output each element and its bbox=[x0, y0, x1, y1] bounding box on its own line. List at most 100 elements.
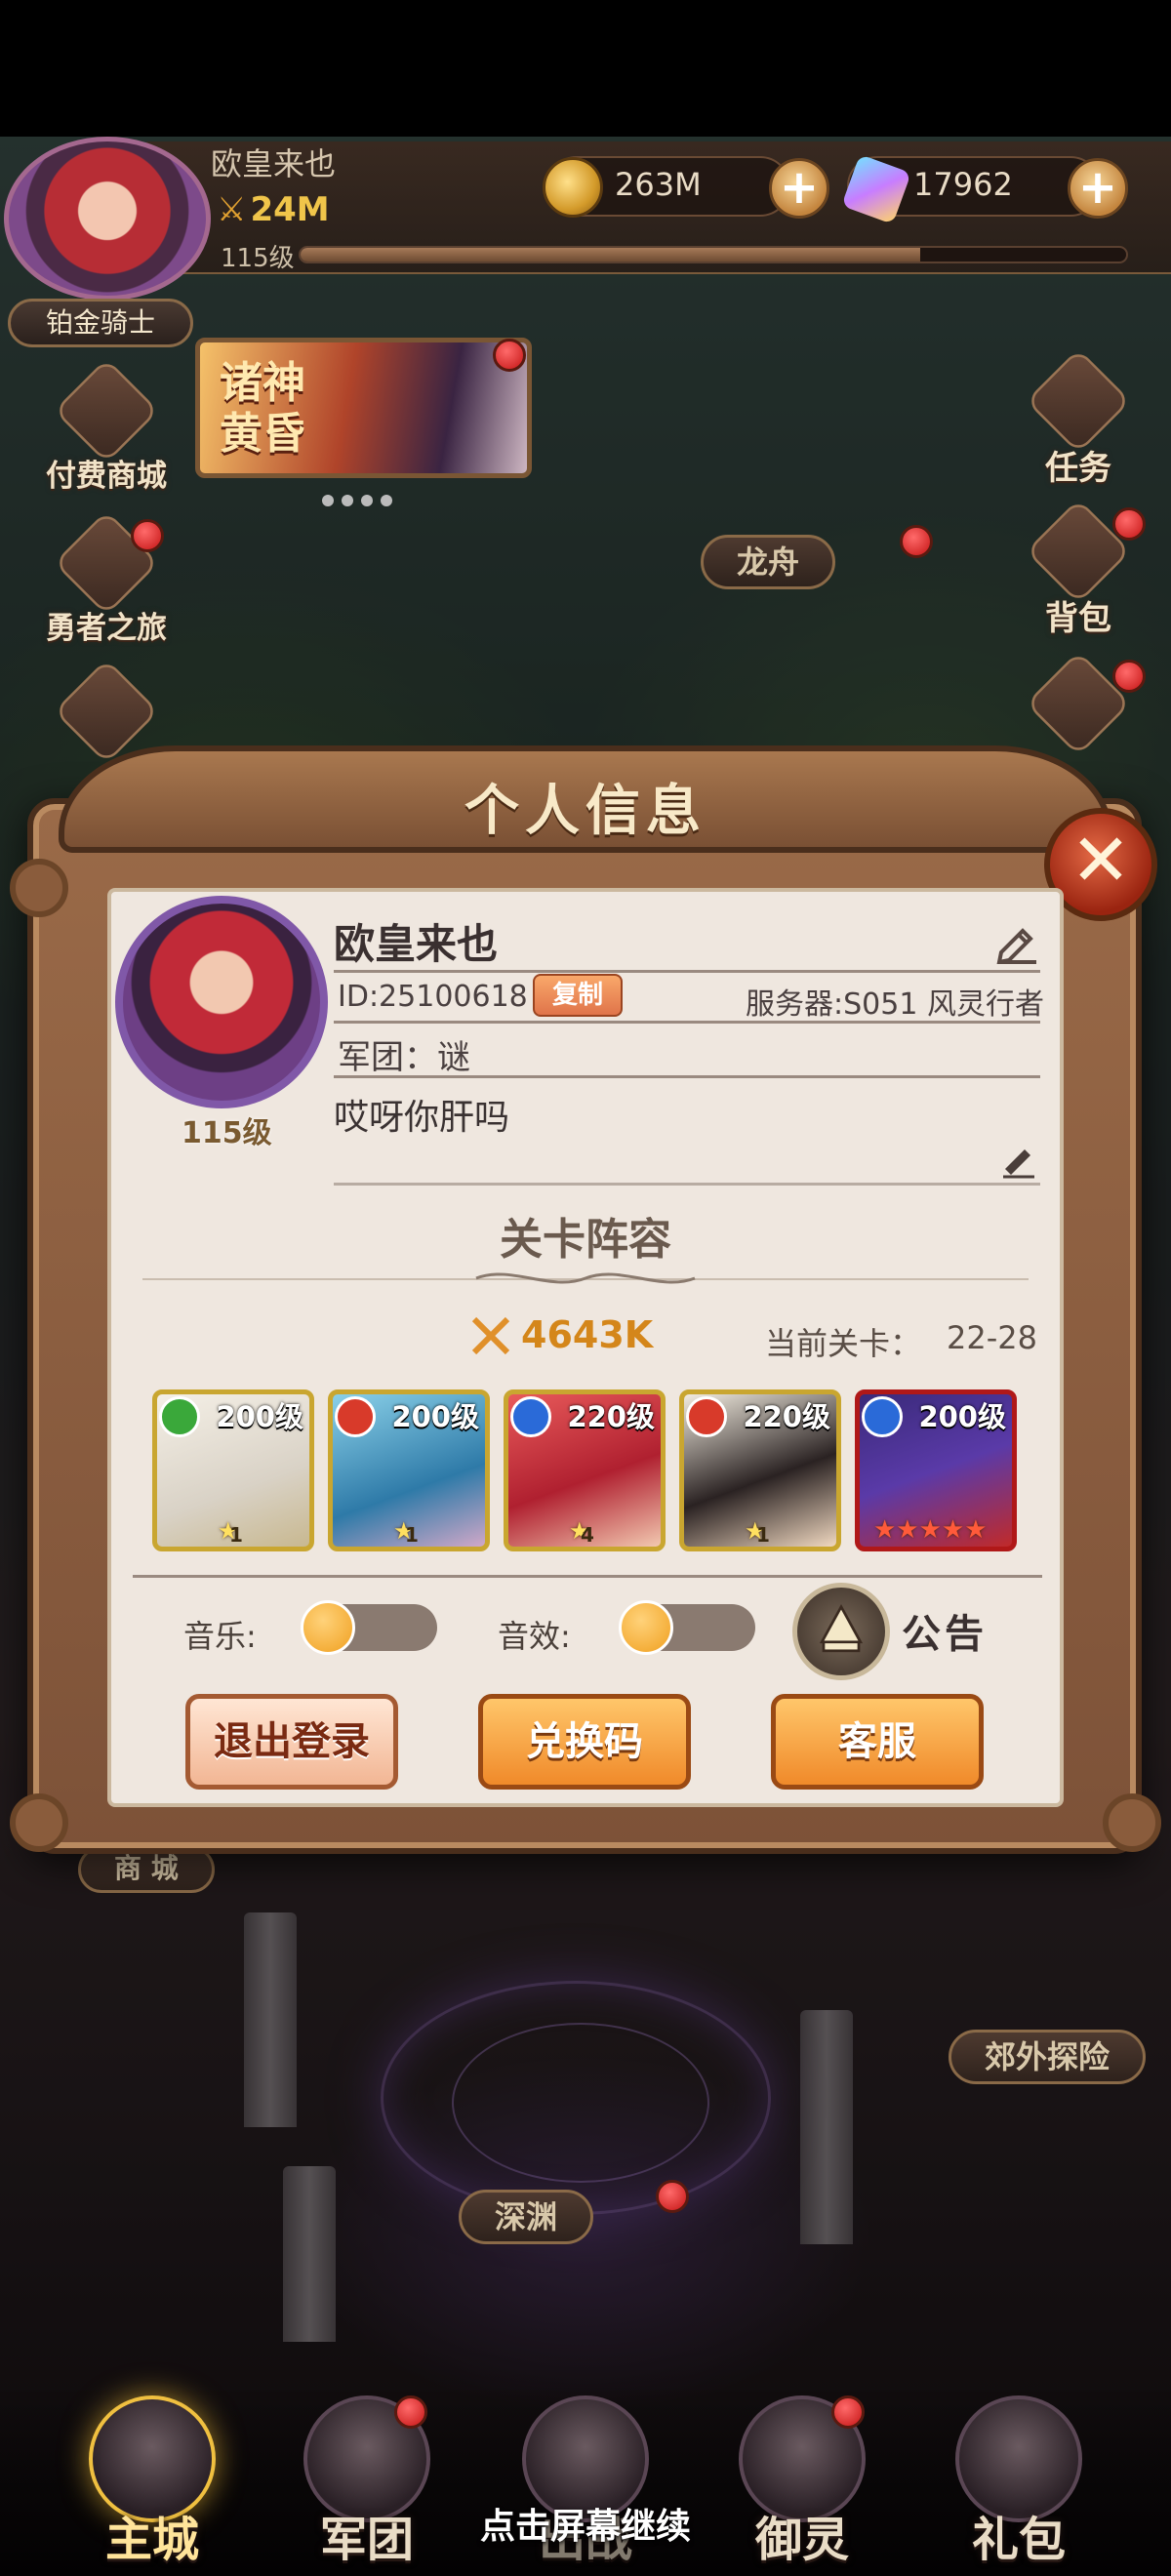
player-avatar[interactable] bbox=[4, 137, 211, 301]
crossed-swords-icon: ⚔ bbox=[217, 190, 247, 229]
notification-dot bbox=[131, 519, 164, 552]
fire-element-icon bbox=[335, 1396, 376, 1437]
fire-element-icon bbox=[686, 1396, 727, 1437]
frame-ornament bbox=[1103, 1793, 1161, 1852]
hero-card[interactable]: 200级 ★ 1 bbox=[328, 1389, 490, 1551]
guild-name: 军团：谜 bbox=[338, 1038, 470, 1077]
sfx-label: 音效: bbox=[498, 1618, 571, 1655]
edit-signature-icon[interactable] bbox=[999, 1140, 1038, 1179]
toggle-knob bbox=[301, 1600, 355, 1655]
hero-level: 200级 bbox=[391, 1400, 479, 1433]
divider bbox=[334, 970, 1040, 973]
power-value: 24M bbox=[250, 190, 330, 229]
rank-plate: 铂金骑士 bbox=[8, 299, 193, 347]
megaphone-icon bbox=[819, 1603, 864, 1653]
divider bbox=[334, 1021, 1040, 1024]
backpack-button[interactable]: 背包 bbox=[1005, 498, 1151, 654]
notification-dot bbox=[900, 525, 933, 558]
music-label: 音乐: bbox=[183, 1618, 257, 1655]
event-banner-line1: 诸神 bbox=[220, 358, 305, 408]
logout-button[interactable]: 退出登录 bbox=[185, 1694, 398, 1790]
hero-level: 220级 bbox=[567, 1400, 655, 1433]
hero-card[interactable]: 200级 ★ 1 bbox=[152, 1389, 314, 1551]
lineup-title: 关卡阵容 bbox=[500, 1215, 671, 1265]
nav-gift[interactable]: 礼包 bbox=[921, 2395, 1116, 2571]
player-name: 欧皇来也 bbox=[211, 145, 337, 182]
dragon-boat-plate[interactable]: 龙舟 bbox=[701, 535, 836, 589]
divider bbox=[334, 1075, 1040, 1078]
notice-button[interactable] bbox=[792, 1583, 890, 1680]
hero-card[interactable]: 220级 ★ 1 bbox=[679, 1389, 841, 1551]
notification-dot bbox=[831, 2395, 865, 2429]
xp-bar-fill bbox=[301, 248, 920, 262]
wind-element-icon bbox=[159, 1396, 200, 1437]
notification-dot bbox=[656, 2180, 689, 2213]
hero-stars: 4 bbox=[581, 1523, 594, 1547]
paid-shop-label: 付费商城 bbox=[46, 459, 167, 494]
hero-level: 200级 bbox=[216, 1400, 303, 1433]
hero-stars: 1 bbox=[405, 1523, 419, 1547]
hero-level: 220级 bbox=[743, 1400, 830, 1433]
quests-button[interactable]: 任务 bbox=[1005, 347, 1151, 503]
gold-value: 263M bbox=[615, 166, 702, 203]
nav-main-city[interactable]: 主城 bbox=[55, 2395, 250, 2571]
notification-dot bbox=[1112, 507, 1146, 541]
hero-journey-button[interactable]: 勇者之旅 bbox=[33, 509, 180, 665]
quill-icon bbox=[1025, 347, 1132, 455]
music-toggle[interactable] bbox=[301, 1600, 437, 1655]
frame-ornament bbox=[10, 859, 68, 917]
notification-dot bbox=[394, 2395, 427, 2429]
nav-main-city-label: 主城 bbox=[104, 2513, 199, 2567]
hero-card[interactable]: 220级 ★ 4 bbox=[504, 1389, 666, 1551]
event-banner[interactable]: 诸神 黄昏 bbox=[195, 338, 532, 478]
ornament-flourish bbox=[475, 1272, 696, 1284]
notice-label: 公告 bbox=[902, 1612, 988, 1657]
team-power-value: 4643K bbox=[521, 1313, 654, 1356]
current-stage-value: 22-28 bbox=[947, 1319, 1037, 1356]
customer-service-button[interactable]: 客服 bbox=[771, 1694, 984, 1790]
notification-dot bbox=[1112, 660, 1146, 693]
profile-level: 115级 bbox=[182, 1116, 272, 1150]
hero-card[interactable]: 200级 ★★★★★ bbox=[855, 1389, 1017, 1551]
notification-dot bbox=[493, 339, 526, 372]
event-banner-line2: 黄昏 bbox=[220, 409, 305, 459]
water-element-icon bbox=[862, 1396, 903, 1437]
tap-to-continue-hint: 点击屏幕继续 bbox=[479, 2507, 691, 2547]
sfx-toggle[interactable] bbox=[619, 1600, 755, 1655]
profile-name: 欧皇来也 bbox=[334, 920, 499, 968]
outskirts-plate[interactable]: 郊外探险 bbox=[949, 2030, 1147, 2084]
signature-text: 哎呀你肝吗 bbox=[334, 1098, 510, 1138]
server-name: 服务器:S051 风灵行者 bbox=[746, 987, 1044, 1022]
abyss-plate[interactable]: 深渊 bbox=[459, 2190, 594, 2244]
hero-level: 200级 bbox=[918, 1400, 1006, 1433]
event-banner-title: 诸神 黄昏 bbox=[220, 358, 305, 460]
add-gold-button[interactable]: + bbox=[769, 158, 829, 219]
paid-shop-button[interactable]: 付费商城 bbox=[33, 357, 180, 513]
gift-icon bbox=[53, 357, 160, 464]
profile-avatar[interactable] bbox=[115, 896, 328, 1108]
edit-name-icon[interactable] bbox=[993, 915, 1042, 964]
modal-title: 个人信息 bbox=[464, 780, 707, 843]
gem-value: 17962 bbox=[913, 166, 1013, 203]
add-gem-button[interactable]: + bbox=[1068, 158, 1128, 219]
banner-pager-dots bbox=[322, 492, 400, 510]
copy-id-button[interactable]: 复制 bbox=[533, 974, 623, 1017]
player-id: ID:25100618 bbox=[338, 980, 528, 1014]
divider bbox=[334, 1183, 1040, 1186]
hero-stars: 1 bbox=[756, 1523, 770, 1547]
nav-gift-label: 礼包 bbox=[971, 2513, 1066, 2567]
xp-bar bbox=[299, 246, 1128, 263]
current-stage-label: 当前关卡： bbox=[765, 1325, 922, 1362]
divider bbox=[133, 1575, 1042, 1578]
hero-stars: ★★★★★ bbox=[873, 1515, 988, 1545]
player-level: 115级 bbox=[221, 244, 295, 273]
player-power: ⚔ 24M bbox=[217, 190, 330, 229]
quests-label: 任务 bbox=[1045, 449, 1111, 488]
backpack-label: 背包 bbox=[1045, 599, 1111, 638]
crossed-swords-icon bbox=[471, 1316, 510, 1355]
toggle-knob bbox=[619, 1600, 673, 1655]
redeem-code-button[interactable]: 兑换码 bbox=[478, 1694, 691, 1790]
hero-journey-label: 勇者之旅 bbox=[46, 611, 167, 646]
frame-ornament bbox=[10, 1793, 68, 1852]
hero-stars: 1 bbox=[229, 1523, 243, 1547]
